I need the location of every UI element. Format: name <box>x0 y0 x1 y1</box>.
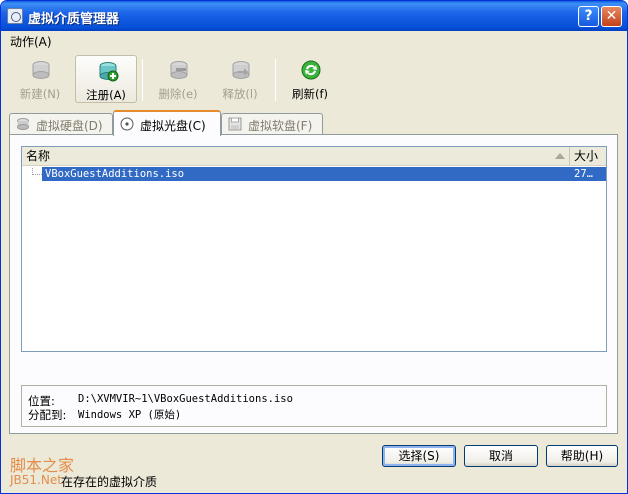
tab-floppy[interactable]: 虚拟软盘(F) <box>221 113 323 135</box>
new-button[interactable]: 新建(N) <box>9 55 71 103</box>
attached-label: 分配到: <box>28 408 67 422</box>
cd-icon <box>120 117 134 131</box>
tab-hard-disks[interactable]: 虚拟硬盘(D) <box>9 113 113 135</box>
select-button[interactable]: 选择(S) <box>382 445 456 467</box>
new-label: 新建(N) <box>19 87 61 101</box>
tab-cd-dvd[interactable]: 虚拟光盘(C) <box>113 110 221 136</box>
window-title: 虚拟介质管理器 <box>28 12 120 27</box>
attached-value: Windows XP (原始) <box>78 409 182 421</box>
register-label: 注册(A) <box>86 88 126 102</box>
remove-button[interactable]: 删除(e) <box>147 55 209 103</box>
register-disk-icon <box>99 62 119 82</box>
hard-disk-icon <box>17 118 29 130</box>
release-label: 释放(l) <box>222 87 258 101</box>
column-header-name[interactable]: 名称 <box>22 147 570 166</box>
app-icon <box>7 8 23 24</box>
tab-label: 虚拟硬盘(D) <box>36 119 103 133</box>
watermark-url: JB51.Net <box>10 473 62 487</box>
list-header: 名称 大小 <box>22 147 606 166</box>
release-button[interactable]: 释放(l) <box>209 55 271 103</box>
remove-disk-icon <box>170 61 188 79</box>
tab-panel: 名称 大小 VBoxGuestAdditions.iso 27… 位置: D:\… <box>9 134 618 434</box>
sort-ascending-icon <box>555 153 565 159</box>
refresh-icon <box>301 60 321 80</box>
media-manager-window: 虚拟介质管理器 ? ✕ 动作(A) 新建(N) 注册(A) 删除(e) 释放(l… <box>0 0 628 494</box>
tree-line-icon <box>32 168 42 175</box>
list-item[interactable]: VBoxGuestAdditions.iso 27… <box>22 167 606 181</box>
status-text: 在存在的虚拟介质 <box>61 475 158 489</box>
menu-bar: 动作(A) <box>1 31 627 50</box>
item-size: 27… <box>574 168 593 180</box>
title-bar[interactable]: 虚拟介质管理器 ? ✕ <box>1 1 627 31</box>
item-name: VBoxGuestAdditions.iso <box>45 168 185 180</box>
toolbar-separator <box>142 59 143 101</box>
menu-action[interactable]: 动作(A) <box>10 33 52 50</box>
toolbar: 新建(N) 注册(A) 删除(e) 释放(l) 刷新(f) <box>1 51 627 107</box>
location-value: D:\XVMVIR~1\VBoxGuestAdditions.iso <box>78 393 293 405</box>
cancel-button[interactable]: 取消 <box>464 445 538 467</box>
help-button[interactable]: 帮助(H) <box>546 445 618 467</box>
tab-label: 虚拟软盘(F) <box>248 119 313 133</box>
floppy-icon <box>228 117 242 131</box>
new-disk-icon <box>32 61 50 79</box>
media-info-box: 位置: D:\XVMVIR~1\VBoxGuestAdditions.iso 分… <box>21 385 607 427</box>
column-header-size[interactable]: 大小 <box>570 147 608 166</box>
toolbar-separator <box>275 59 276 101</box>
close-button[interactable]: ✕ <box>601 6 622 27</box>
help-title-button[interactable]: ? <box>578 6 599 27</box>
release-disk-icon <box>232 61 250 79</box>
remove-label: 删除(e) <box>158 87 198 101</box>
register-button[interactable]: 注册(A) <box>75 55 137 103</box>
media-list[interactable]: 名称 大小 VBoxGuestAdditions.iso 27… <box>21 146 607 352</box>
refresh-label: 刷新(f) <box>291 87 329 101</box>
tab-label: 虚拟光盘(C) <box>140 119 206 133</box>
refresh-button[interactable]: 刷新(f) <box>279 55 341 103</box>
